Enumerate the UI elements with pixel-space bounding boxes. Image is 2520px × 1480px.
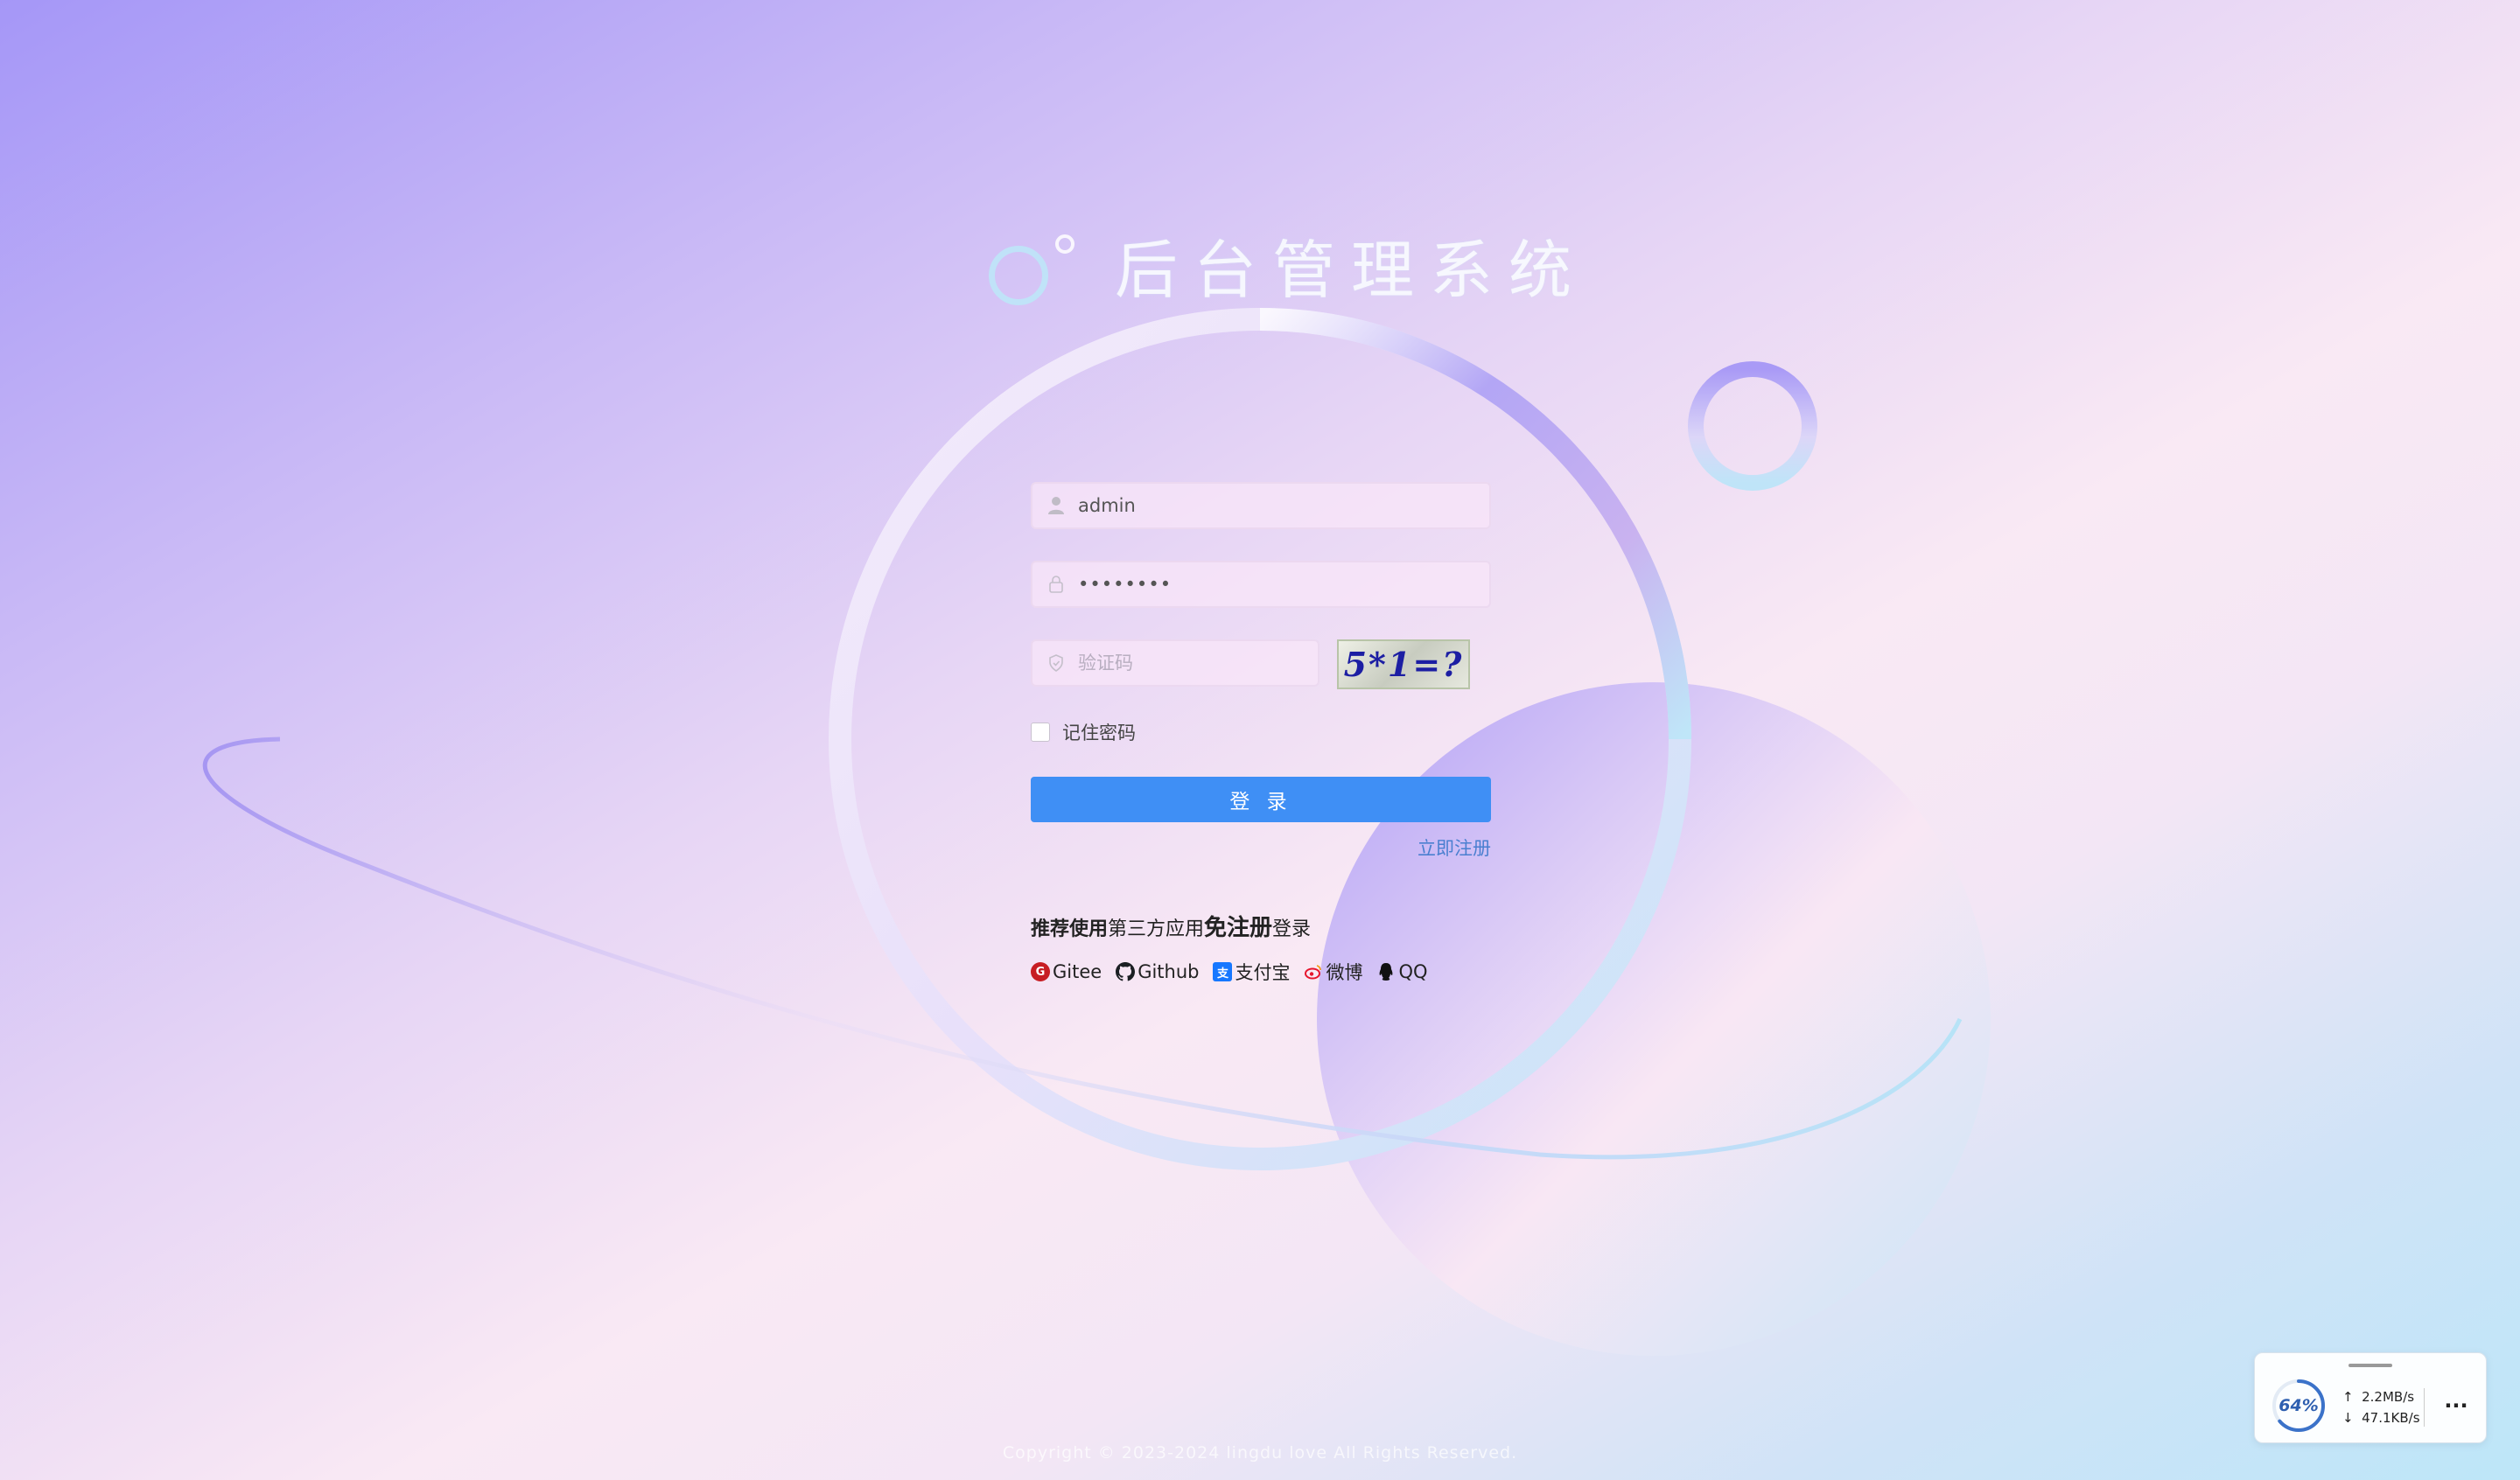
login-button[interactable]: 登 录: [1031, 777, 1491, 822]
remember-label: 记住密码: [1062, 723, 1136, 743]
captcha-image[interactable]: 5*1=?: [1337, 639, 1470, 689]
username-input[interactable]: [1071, 483, 1489, 528]
upload-arrow-icon: ↑: [2342, 1389, 2354, 1405]
qq-icon: [1376, 962, 1396, 981]
remember-password[interactable]: 记住密码: [1031, 719, 1136, 745]
speed-readout: ↑ 2.2MB/s ↓ 47.1KB/s: [2342, 1386, 2420, 1428]
weibo-login[interactable]: 微博: [1304, 959, 1362, 985]
remember-checkbox[interactable]: [1031, 723, 1050, 742]
register-link[interactable]: 立即注册: [1418, 834, 1491, 861]
app-title-text: 后台管理系统: [1115, 234, 1588, 307]
user-icon: [1041, 496, 1071, 515]
qq-label: QQ: [1398, 961, 1428, 982]
download-arrow-icon: ↓: [2342, 1410, 2354, 1426]
recommend-bold: 免注册: [1204, 915, 1273, 941]
gitee-icon: G: [1031, 962, 1050, 981]
logo-dot-icon: [1055, 234, 1074, 254]
drag-handle[interactable]: [2348, 1364, 2392, 1367]
alipay-login[interactable]: 支 支付宝: [1213, 959, 1290, 985]
weibo-label: 微博: [1326, 962, 1363, 983]
gitee-login[interactable]: G Gitee: [1031, 959, 1102, 985]
password-input[interactable]: [1071, 562, 1489, 607]
recommend-suffix: 登录: [1272, 918, 1312, 940]
captcha-image-text: 5*1=?: [1343, 645, 1464, 684]
github-icon: [1116, 962, 1136, 981]
more-options-icon[interactable]: ···: [2441, 1388, 2471, 1423]
username-field[interactable]: [1031, 482, 1491, 529]
third-party-list: G Gitee Github 支 支付宝 微博 QQ: [1031, 959, 1428, 985]
alipay-label: 支付宝: [1235, 962, 1291, 983]
captcha-input[interactable]: [1071, 640, 1318, 686]
network-speed-widget[interactable]: 64% ↑ 2.2MB/s ↓ 47.1KB/s ···: [2254, 1352, 2487, 1443]
download-speed: 47.1KB/s: [2362, 1410, 2420, 1426]
captcha-field[interactable]: [1031, 639, 1320, 687]
shield-icon: [1041, 654, 1071, 672]
usage-percent: 64%: [2278, 1396, 2319, 1415]
third-party-recommend: 推荐使用 第三方应用 免注册 登录: [1031, 910, 1311, 942]
upload-speed: 2.2MB/s: [2362, 1389, 2415, 1405]
gitee-label: Gitee: [1053, 961, 1102, 982]
qq-login[interactable]: QQ: [1376, 959, 1428, 985]
password-field[interactable]: [1031, 561, 1491, 608]
app-title: 后台管理系统: [989, 219, 1572, 307]
widget-divider: [2424, 1388, 2425, 1427]
logo-ring-icon: [989, 246, 1048, 305]
recommend-middle: 第三方应用: [1108, 918, 1205, 940]
github-login[interactable]: Github: [1116, 959, 1199, 985]
copyright-text: Copyright © 2023-2024 lingdu love All Ri…: [1002, 1443, 1518, 1463]
lock-icon: [1041, 576, 1071, 593]
github-label: Github: [1138, 961, 1200, 982]
weibo-icon: [1304, 962, 1323, 981]
recommend-prefix: 推荐使用: [1031, 918, 1109, 940]
alipay-icon: 支: [1213, 962, 1233, 981]
